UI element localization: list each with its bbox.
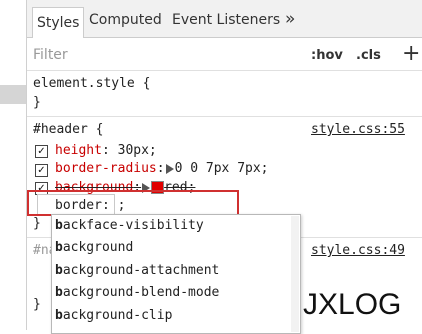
match-prefix: b: [55, 218, 63, 233]
header-rule-selector: #header {: [33, 122, 104, 137]
suggestion-rest: ackground: [62, 240, 134, 255]
rule-divider: [27, 116, 422, 117]
element-style-selector: element.style {: [33, 76, 151, 91]
prop-name: border-radius: [55, 161, 157, 176]
tab-bar: Styles Computed Event Listeners »: [27, 0, 422, 38]
suggestion-rest: ackface-visibility: [62, 218, 204, 233]
nav-rule-close: }: [33, 297, 41, 312]
tab-computed[interactable]: Computed: [89, 12, 162, 28]
prop-value: 30px;: [117, 143, 157, 158]
autocomplete-item[interactable]: background-attachment: [55, 263, 219, 278]
element-style-close: }: [33, 95, 41, 110]
autocomplete-item[interactable]: background-blend-mode: [55, 285, 219, 300]
border-radius-declaration[interactable]: border-radius: 0 0 7px 7px;: [55, 161, 269, 176]
tab-event-listeners[interactable]: Event Listeners: [172, 12, 280, 28]
suggestion-rest: ackground-clip: [62, 308, 173, 323]
selected-node-highlight: [0, 85, 26, 104]
suggestion-rest: ackground-attachment: [62, 263, 220, 278]
match-prefix: b: [55, 285, 63, 300]
suggestion-rest: ackground-blend-mode: [62, 285, 220, 300]
height-declaration[interactable]: height: 30px;: [55, 143, 157, 158]
filter-bar: Filter :hov .cls +: [27, 38, 422, 71]
prop-name: height: [55, 143, 102, 158]
header-rule-source-link[interactable]: style.css:55: [311, 122, 405, 137]
filter-input[interactable]: Filter: [33, 47, 68, 63]
hover-state-toggle[interactable]: :hov: [311, 48, 343, 63]
expand-triangle-icon[interactable]: [165, 163, 174, 174]
watermark-logo: JXLOG: [303, 288, 402, 321]
match-prefix: b: [55, 263, 63, 278]
header-rule-close: }: [33, 216, 41, 231]
add-rule-icon[interactable]: +: [402, 41, 420, 66]
height-checkbox[interactable]: ✓: [35, 145, 48, 158]
match-prefix: b: [55, 308, 63, 323]
nav-rule-source-link[interactable]: style.css:49: [311, 243, 405, 258]
match-prefix: b: [55, 240, 63, 255]
autocomplete-item[interactable]: background: [55, 240, 133, 255]
styles-panel: Styles Computed Event Listeners » Filter…: [27, 0, 422, 334]
left-pane-strip: [0, 0, 27, 330]
highlight-annotation-box: [27, 190, 239, 216]
autocomplete-scrollbar[interactable]: [291, 216, 299, 332]
autocomplete-dropdown: backface-visibility background backgroun…: [51, 214, 301, 334]
tab-styles[interactable]: Styles: [32, 7, 85, 38]
prop-value: 0 0 7px 7px;: [174, 161, 269, 176]
autocomplete-item[interactable]: backface-visibility: [55, 218, 204, 233]
border-radius-checkbox[interactable]: ✓: [35, 164, 48, 177]
class-toggle[interactable]: .cls: [356, 48, 381, 63]
autocomplete-item[interactable]: background-clip: [55, 308, 172, 323]
more-tabs-icon[interactable]: »: [285, 9, 295, 29]
